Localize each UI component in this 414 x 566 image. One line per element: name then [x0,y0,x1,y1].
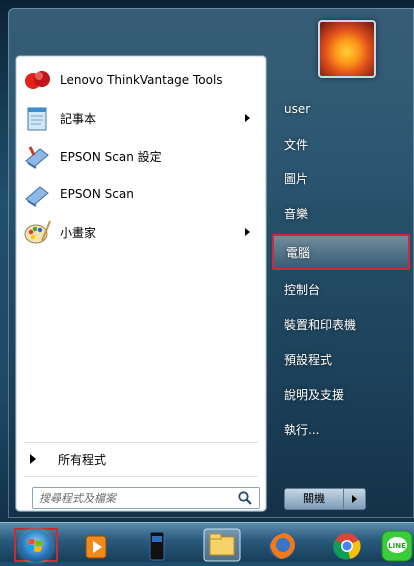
desktop-app-icon[interactable] [140,528,174,562]
right-item-pictures[interactable]: 圖片 [272,163,410,193]
right-item-label: 說明及支援 [284,387,345,402]
user-avatar[interactable] [318,20,376,78]
program-label: EPSON Scan 設定 [60,149,162,164]
right-item-label: 電腦 [286,245,311,260]
start-button[interactable] [14,528,58,562]
right-item-label: 裝置和印表機 [284,317,357,332]
all-programs-button[interactable]: 所有程式 [24,448,258,470]
right-item-label: 音樂 [284,206,309,221]
program-epson-scan[interactable]: EPSON Scan [20,176,262,212]
separator [24,476,258,477]
separator [24,442,258,443]
submenu-arrow-icon [245,114,250,122]
line-icon[interactable]: LINE [380,528,414,562]
start-menu-programs-pane: Lenovo ThinkVantage Tools 記事本 EPSON Scan… [16,56,266,511]
right-item-run[interactable]: 執行... [272,414,410,444]
right-item-music[interactable]: 音樂 [272,198,410,228]
right-item-user[interactable]: user [272,94,410,124]
search-icon[interactable] [237,490,253,506]
program-lenovo-thinkvantage[interactable]: Lenovo ThinkVantage Tools [20,62,262,98]
paint-icon [22,217,52,247]
program-label: EPSON Scan [60,187,134,201]
all-programs-label: 所有程式 [58,452,107,467]
epson-scan-icon [22,179,52,209]
right-item-label: 文件 [284,137,309,152]
line-icon-label: LINE [388,542,406,550]
shutdown-control: 關機 [284,488,366,510]
right-item-control-panel[interactable]: 控制台 [272,274,410,304]
right-item-label: 圖片 [284,171,309,186]
expand-arrow-icon [30,454,36,464]
search-input[interactable]: 搜尋程式及檔案 [32,487,260,509]
right-item-default-programs[interactable]: 預設程式 [272,344,410,374]
file-explorer-icon[interactable] [203,528,241,562]
search-placeholder: 搜尋程式及檔案 [39,492,116,505]
shutdown-button[interactable]: 關機 [285,489,344,509]
lenovo-thinkvantage-icon [22,65,52,95]
chevron-right-icon [352,495,357,503]
right-item-label: user [284,102,311,116]
right-item-documents[interactable]: 文件 [272,129,410,159]
start-orb-icon [20,530,52,562]
notepad-icon [22,103,52,133]
shutdown-options-button[interactable] [344,489,365,509]
right-item-label: 預設程式 [284,352,333,367]
program-label: 小畫家 [60,225,97,240]
right-item-help-support[interactable]: 說明及支援 [272,379,410,409]
firefox-icon[interactable] [265,528,299,562]
chrome-icon[interactable] [330,528,364,562]
program-paint[interactable]: 小畫家 [20,214,262,250]
epson-scan-settings-icon [22,141,52,171]
program-notepad[interactable]: 記事本 [20,100,262,136]
program-label: Lenovo ThinkVantage Tools [60,73,223,87]
right-item-devices-printers[interactable]: 裝置和印表機 [272,309,410,339]
program-label: 記事本 [60,111,97,126]
right-item-label: 執行... [284,422,320,437]
program-epson-scan-settings[interactable]: EPSON Scan 設定 [20,138,262,174]
media-player-icon[interactable] [80,528,114,562]
submenu-arrow-icon [245,228,250,236]
right-item-label: 控制台 [284,282,321,297]
right-item-computer[interactable]: 電腦 [272,234,410,270]
